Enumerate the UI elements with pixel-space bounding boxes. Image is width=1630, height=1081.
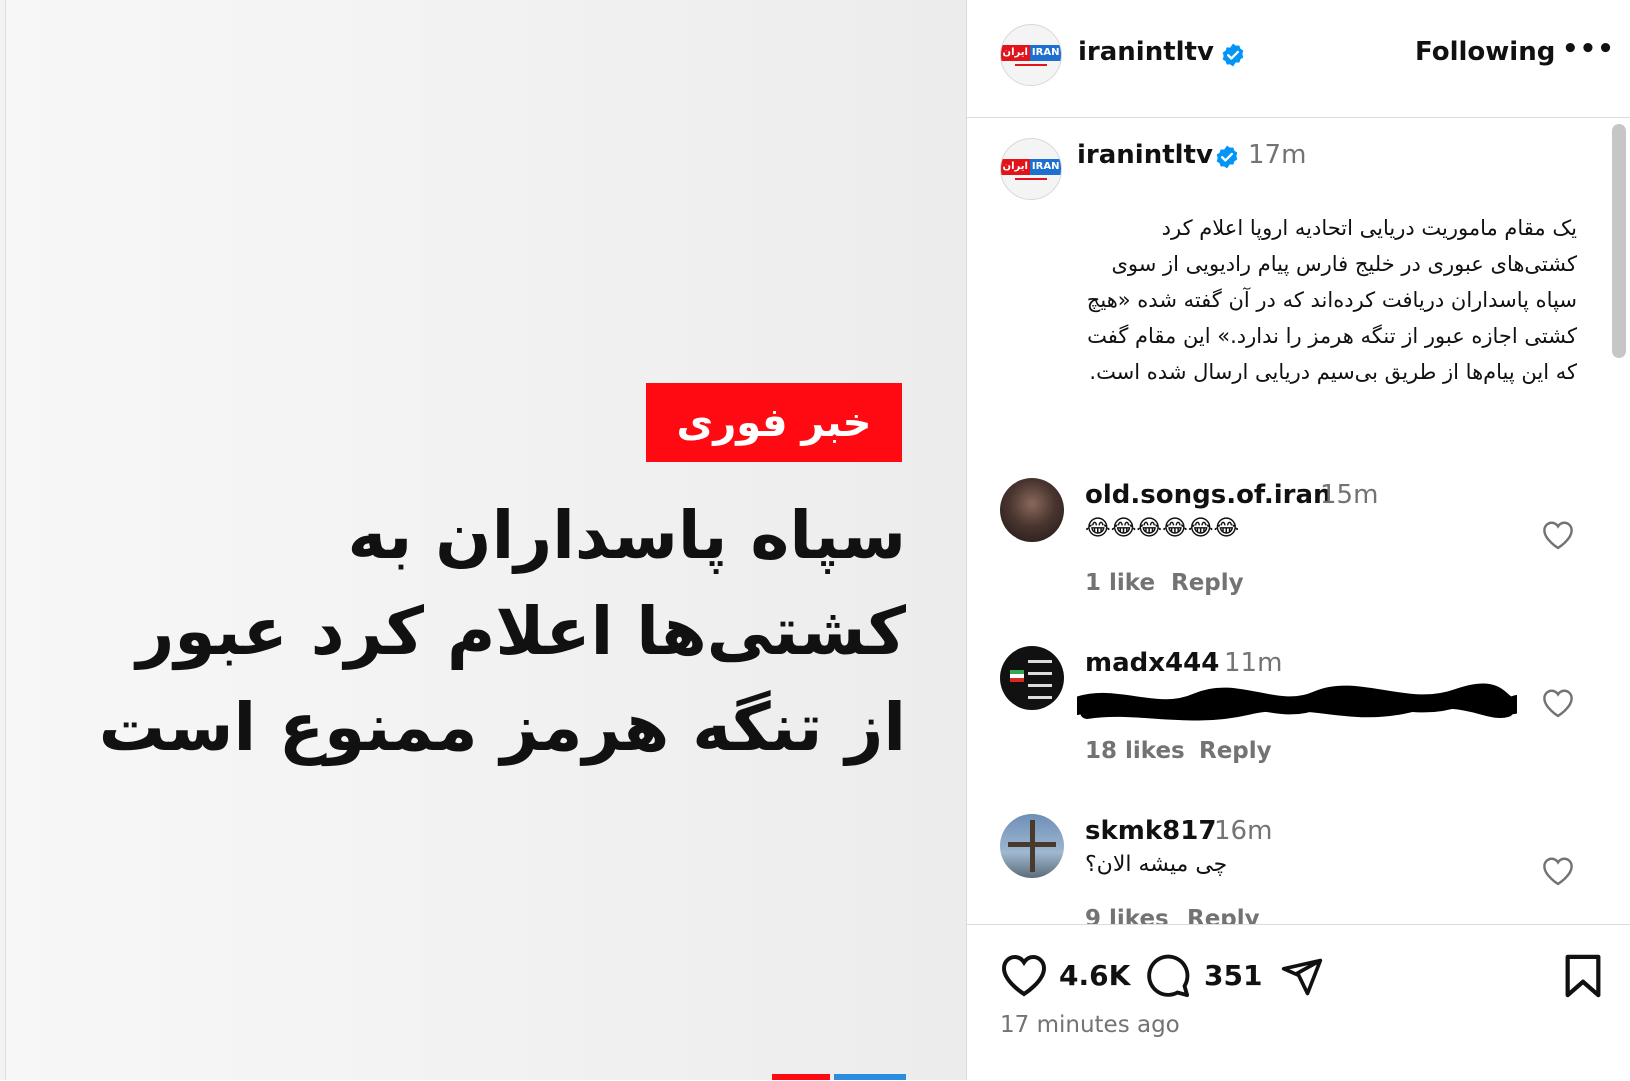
- brand-bar-red: [772, 1074, 830, 1080]
- comments-count[interactable]: 351: [1204, 959, 1262, 992]
- verified-badge-icon: [1216, 145, 1238, 169]
- breaking-news-badge: خبر فوری: [646, 383, 902, 462]
- comment-time[interactable]: 16m: [1214, 816, 1272, 846]
- post-header: ایران IRAN iranintltv Following •••: [967, 0, 1630, 118]
- post-image[interactable]: خبر فوری سپاه پاسداران به کشتی‌ها اعلام …: [6, 0, 967, 1080]
- comment-username[interactable]: madx444: [1085, 648, 1219, 678]
- redaction-scribble: [1077, 683, 1517, 721]
- post-side-panel: ایران IRAN iranintltv Following ••• ایران…: [967, 0, 1630, 1080]
- comment-time[interactable]: 11m: [1224, 648, 1282, 678]
- caption-avatar[interactable]: ایران IRAN: [1000, 138, 1062, 200]
- post-actions-bar: [967, 924, 1630, 1081]
- comment-username[interactable]: old.songs.of.iran: [1085, 480, 1332, 510]
- iran-intl-logo: ایران IRAN: [1001, 158, 1061, 175]
- iran-intl-logo: ایران IRAN: [1001, 44, 1061, 61]
- comment-username[interactable]: skmk817: [1085, 816, 1216, 846]
- comment-time[interactable]: 15m: [1320, 480, 1378, 510]
- comment-avatar[interactable]: [1000, 478, 1064, 542]
- comment-bubble-icon[interactable]: [1145, 953, 1191, 999]
- like-heart-icon[interactable]: [1000, 953, 1048, 997]
- header-username[interactable]: iranintltv: [1078, 37, 1214, 67]
- account-avatar[interactable]: ایران IRAN: [1000, 24, 1062, 86]
- comment-text: چی میشه الان؟: [1085, 852, 1228, 877]
- comment-like-heart-icon[interactable]: [1541, 520, 1575, 550]
- comment-reply-button[interactable]: Reply: [1199, 738, 1272, 764]
- comment-like-heart-icon[interactable]: [1541, 688, 1575, 718]
- comment-likes[interactable]: 18 likes: [1085, 738, 1185, 764]
- comment-likes[interactable]: 1 like: [1085, 570, 1155, 596]
- comment-likes[interactable]: 9 likes: [1085, 906, 1169, 924]
- share-paper-plane-icon[interactable]: [1280, 955, 1324, 999]
- post-timestamp[interactable]: 17 minutes ago: [1000, 1012, 1180, 1038]
- comment-like-heart-icon[interactable]: [1541, 856, 1575, 886]
- more-options-icon[interactable]: •••: [1562, 34, 1615, 64]
- following-button[interactable]: Following: [1415, 37, 1555, 67]
- comment-text: 😂😂😂😂😂😂: [1085, 516, 1240, 541]
- comment-reply-button[interactable]: Reply: [1187, 906, 1260, 924]
- caption-username[interactable]: iranintltv: [1077, 140, 1213, 170]
- save-bookmark-icon[interactable]: [1563, 953, 1603, 999]
- comment-avatar[interactable]: [1000, 814, 1064, 878]
- caption-text: یک مقام ماموریت دریایی اتحادیه اروپا اعل…: [1086, 216, 1577, 384]
- likes-count[interactable]: 4.6K: [1059, 959, 1130, 992]
- caption-time[interactable]: 17m: [1248, 140, 1306, 170]
- comment-reply-button[interactable]: Reply: [1171, 570, 1244, 596]
- comment-avatar[interactable]: [1000, 646, 1064, 710]
- post-headline: سپاه پاسداران به کشتی‌ها اعلام کرد عبور …: [98, 497, 906, 766]
- scrollbar-thumb[interactable]: [1612, 124, 1626, 358]
- comments-scroll-area[interactable]: ایران IRAN iranintltv 17m یک مقام ماموریت…: [967, 118, 1630, 924]
- verified-badge-icon: [1222, 43, 1244, 67]
- brand-bar-blue: [834, 1074, 906, 1080]
